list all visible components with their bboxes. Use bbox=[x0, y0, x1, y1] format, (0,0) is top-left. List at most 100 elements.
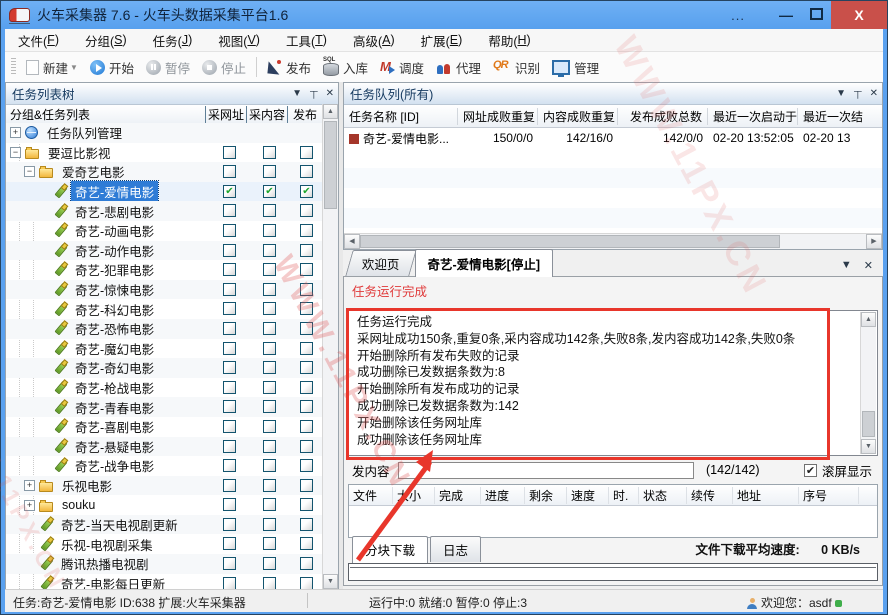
tree-row[interactable]: 奇艺-悲剧电影 bbox=[6, 201, 322, 221]
check-collect-url[interactable] bbox=[223, 224, 236, 237]
queue-col-1[interactable]: 网址成败重复 bbox=[458, 108, 538, 125]
tree-row[interactable]: 奇艺-恐怖电影 bbox=[6, 319, 322, 339]
check-collect-url[interactable] bbox=[223, 537, 236, 550]
check-publish[interactable] bbox=[300, 440, 313, 453]
chevron-down-icon[interactable]: ▼ bbox=[70, 63, 78, 72]
toolbar-grip[interactable] bbox=[11, 58, 16, 76]
check-collect-content[interactable] bbox=[263, 204, 276, 217]
scroll-left-icon[interactable]: ◀ bbox=[344, 234, 360, 249]
check-publish[interactable] bbox=[300, 381, 313, 394]
log-scroll-thumb[interactable] bbox=[862, 411, 875, 437]
tree-row[interactable]: 奇艺-动作电影 bbox=[6, 241, 322, 261]
check-collect-url[interactable] bbox=[223, 342, 236, 355]
tree-row[interactable]: +乐视电影 bbox=[6, 476, 322, 496]
tree-col-check-1[interactable]: 采内容 bbox=[246, 106, 287, 123]
tab-welcome[interactable]: 欢迎页 bbox=[345, 250, 416, 276]
check-publish[interactable] bbox=[300, 263, 313, 276]
check-publish[interactable] bbox=[300, 204, 313, 217]
scroll-up-icon[interactable]: ▲ bbox=[323, 104, 338, 119]
expand-toggle-icon[interactable]: + bbox=[24, 500, 35, 511]
toolbar-button-recognize[interactable]: 识别 bbox=[487, 54, 546, 80]
tab-chunk-download[interactable]: 分块下载 bbox=[352, 536, 428, 563]
check-collect-url[interactable] bbox=[223, 420, 236, 433]
scroll-down-icon[interactable]: ▼ bbox=[861, 439, 876, 454]
expand-toggle-icon[interactable]: − bbox=[24, 166, 35, 177]
toolbar-button-start[interactable]: 开始 bbox=[84, 54, 140, 80]
pin-icon[interactable]: ⊥ bbox=[309, 89, 319, 99]
tree-row[interactable]: 奇艺-当天电视剧更新 bbox=[6, 515, 322, 535]
toolbar-button-import-db[interactable]: 入库 bbox=[317, 54, 374, 80]
file-col-8[interactable]: 续传 bbox=[687, 487, 733, 504]
tree-row[interactable]: 腾讯热播电视剧 bbox=[6, 554, 322, 574]
menu-item-S[interactable]: 分组(S) bbox=[72, 29, 140, 51]
check-collect-url[interactable] bbox=[223, 440, 236, 453]
check-collect-content[interactable] bbox=[263, 420, 276, 433]
queue-horizontal-scrollbar[interactable]: ◀ ▶ bbox=[344, 233, 882, 249]
titlebar-overflow-dots[interactable]: ... bbox=[731, 8, 745, 23]
queue-scroll-thumb[interactable] bbox=[360, 235, 780, 248]
expand-toggle-icon[interactable]: + bbox=[10, 127, 21, 138]
check-publish[interactable] bbox=[300, 302, 313, 315]
file-col-2[interactable]: 完成 bbox=[435, 487, 481, 504]
check-collect-content[interactable] bbox=[263, 244, 276, 257]
queue-col-3[interactable]: 发布成败总数 bbox=[618, 108, 708, 125]
check-publish[interactable]: ✔ bbox=[300, 185, 313, 198]
file-col-1[interactable]: 大小 bbox=[393, 487, 435, 504]
file-col-4[interactable]: 剩余 bbox=[525, 487, 567, 504]
check-collect-content[interactable] bbox=[263, 557, 276, 570]
check-collect-url[interactable] bbox=[223, 322, 236, 335]
check-collect-url[interactable] bbox=[223, 557, 236, 570]
check-collect-url[interactable] bbox=[223, 518, 236, 531]
tree-row[interactable]: 奇艺-电影每日更新 bbox=[6, 574, 322, 589]
check-publish[interactable] bbox=[300, 283, 313, 296]
file-col-10[interactable]: 序号 bbox=[799, 487, 859, 504]
queue-col-2[interactable]: 内容成败重复 bbox=[538, 108, 618, 125]
menu-item-T[interactable]: 工具(T) bbox=[273, 29, 340, 51]
check-collect-url[interactable] bbox=[223, 400, 236, 413]
file-col-7[interactable]: 状态 bbox=[639, 487, 687, 504]
queue-col-0[interactable]: 任务名称 [ID] bbox=[344, 108, 458, 125]
tab-log[interactable]: 日志 bbox=[430, 536, 481, 562]
tab-task[interactable]: 奇艺-爱情电影[停止] bbox=[415, 249, 554, 277]
tree-row[interactable]: 乐视-电视剧采集 bbox=[6, 534, 322, 554]
tree-col-check-0[interactable]: 采网址 bbox=[205, 106, 246, 123]
check-collect-content[interactable] bbox=[263, 302, 276, 315]
tree-vertical-scrollbar[interactable]: ▲ ▼ bbox=[322, 104, 338, 589]
tree-row[interactable]: 奇艺-魔幻电影 bbox=[6, 339, 322, 359]
check-publish[interactable] bbox=[300, 342, 313, 355]
tree-row[interactable]: −爱奇艺电影 bbox=[6, 162, 322, 182]
check-collect-url[interactable] bbox=[223, 459, 236, 472]
check-collect-content[interactable] bbox=[263, 459, 276, 472]
tree-row[interactable]: 奇艺-爱情电影✔✔✔ bbox=[6, 182, 322, 202]
panel-menu-icon[interactable]: ▼ bbox=[836, 89, 846, 99]
check-publish[interactable] bbox=[300, 498, 313, 511]
menu-item-E[interactable]: 扩展(E) bbox=[408, 29, 476, 51]
tree-scroll-thumb[interactable] bbox=[324, 121, 337, 209]
check-collect-content[interactable] bbox=[263, 381, 276, 394]
close-button[interactable]: X bbox=[831, 1, 887, 29]
expand-toggle-icon[interactable]: + bbox=[24, 480, 35, 491]
file-col-0[interactable]: 文件 bbox=[349, 487, 393, 504]
check-publish[interactable] bbox=[300, 400, 313, 413]
check-collect-content[interactable] bbox=[263, 283, 276, 296]
menu-item-H[interactable]: 帮助(H) bbox=[475, 29, 543, 51]
check-collect-url[interactable]: ✔ bbox=[223, 185, 236, 198]
toolbar-button-schedule[interactable]: 调度 bbox=[374, 54, 430, 80]
tree-row[interactable]: 奇艺-枪战电影 bbox=[6, 378, 322, 398]
check-publish[interactable] bbox=[300, 557, 313, 570]
close-panel-icon[interactable]: ✕ bbox=[870, 89, 878, 99]
check-collect-content[interactable] bbox=[263, 577, 276, 589]
check-collect-content[interactable] bbox=[263, 263, 276, 276]
tree-row[interactable]: 奇艺-奇幻电影 bbox=[6, 358, 322, 378]
check-collect-content[interactable] bbox=[263, 224, 276, 237]
minimize-button[interactable]: — bbox=[771, 7, 801, 23]
check-collect-url[interactable] bbox=[223, 498, 236, 511]
tab-close-icon[interactable]: ✕ bbox=[864, 259, 873, 272]
check-collect-url[interactable] bbox=[223, 577, 236, 589]
check-collect-content[interactable]: ✔ bbox=[263, 185, 276, 198]
check-collect-content[interactable] bbox=[263, 518, 276, 531]
check-publish[interactable] bbox=[300, 537, 313, 550]
check-publish[interactable] bbox=[300, 244, 313, 257]
tree-row[interactable]: +souku bbox=[6, 495, 322, 515]
menu-item-A[interactable]: 高级(A) bbox=[340, 29, 408, 51]
